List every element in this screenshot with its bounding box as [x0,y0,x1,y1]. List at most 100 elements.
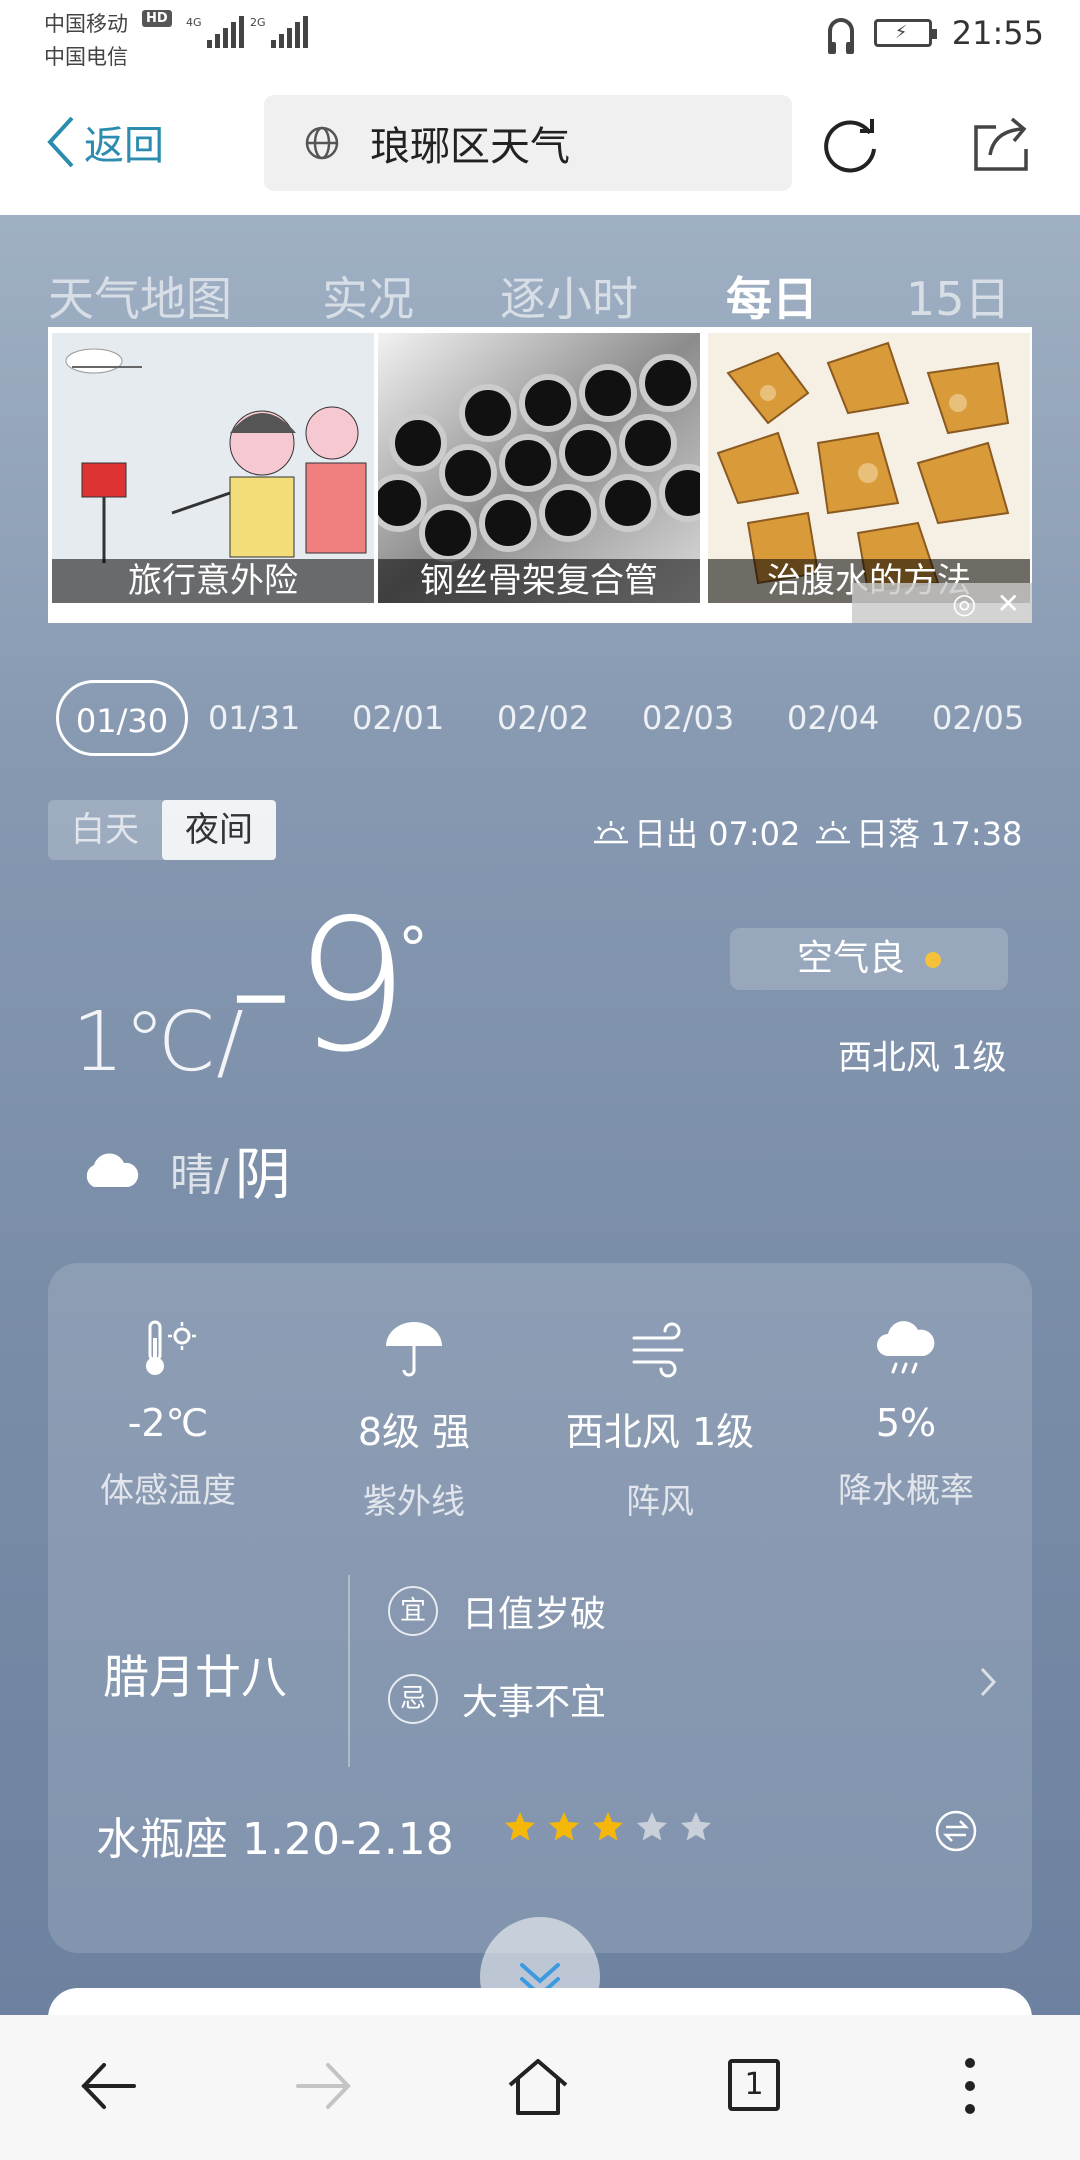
date-strip: 01/30 01/31 02/01 02/02 02/03 02/04 02/0… [56,680,1056,756]
divider [348,1575,350,1767]
ad-banner[interactable]: 旅行意外险 钢丝骨架复合管 治腹水的方法 ◎ ✕ [48,327,1032,623]
lunar-date: 腊月廿八 [103,1650,287,1704]
horoscope-stars [502,1809,714,1845]
globe-icon [305,126,339,160]
date-item[interactable]: 02/04 [787,680,879,756]
tab-daily[interactable]: 每日 [726,263,818,329]
stat-uv: 8级 强 紫外线 [294,1313,534,1523]
rain-cloud-icon [877,1321,935,1374]
almanac-yi: 宜 日值岁破 [388,1585,606,1637]
back-button[interactable]: 返回 [46,113,164,171]
condition-row: 晴/ 阴 [80,1130,291,1211]
ad-sound-icon[interactable]: ◎ [952,587,976,620]
sunrise-text: 日出 07:02 [634,815,801,853]
precip-value: 5% [875,1401,937,1445]
date-item[interactable]: 02/02 [497,680,589,756]
nav-back-icon[interactable] [78,2055,140,2117]
star-filled-icon [549,1812,579,1841]
swap-icon[interactable] [934,1809,978,1853]
star-empty-icon [637,1812,667,1841]
date-item[interactable]: 02/05 [932,680,1022,756]
battery-icon: ⚡ [873,19,937,47]
day-night-toggle: 白天 夜间 [48,800,276,860]
ad-item-1[interactable]: 旅行意外险 [52,333,374,603]
weather-page: 天气地图 实况 逐小时 每日 15日 旅行意外险 钢丝骨架复合管 治腹水的方法 … [0,215,1080,2037]
date-item[interactable]: 01/31 [208,680,300,756]
cloud-icon [86,1152,139,1187]
gust-value: 西北风 1级 [565,1410,755,1454]
tab-hourly[interactable]: 逐小时 [500,263,638,329]
toggle-night[interactable]: 夜间 [162,800,276,860]
sunset-text: 日落 17:38 [856,815,1023,853]
feels-like-value: -2℃ [127,1401,209,1445]
temp-high-value: 1℃/ [72,995,244,1090]
ad-caption-1: 旅行意外险 [52,559,374,603]
stat-gust: 西北风 1级 阵风 [540,1313,780,1523]
ad-item-3[interactable]: 治腹水的方法 [708,333,1030,603]
star-filled-icon [593,1812,623,1841]
share-icon[interactable] [970,113,1032,175]
nav-tabs-button[interactable]: 1 [728,2059,780,2111]
hd-badge: HD [142,10,172,27]
yi-badge: 宜 [388,1586,438,1636]
gust-label: 阵风 [626,1482,694,1522]
url-bar[interactable]: 琅琊区天气 [264,95,792,191]
temp-low-value: -9 [228,880,410,1092]
status-bar: 中国移动 HD 中国电信 4G 2G ⚡ 21:55 [0,0,1080,75]
carrier-1: 中国移动 [44,12,128,36]
uv-value: 8级 强 [357,1410,471,1454]
sunrise-icon [594,821,628,844]
clock: 21:55 [951,14,1044,52]
nav-home-icon[interactable] [506,2055,570,2119]
sunset: 日落 17:38 [816,809,1022,855]
detail-card: -2℃ 体感温度 8级 强 紫外线 西北风 1级 阵风 5% 降水概率 腊月廿八… [48,1263,1032,1953]
sunset-icon [816,821,850,844]
almanac-ji: 忌 大事不宜 [388,1673,606,1725]
stat-feels-like: -2℃ 体感温度 [48,1313,288,1512]
date-item[interactable]: 02/01 [352,680,444,756]
ad-controls: ◎ ✕ [852,583,1032,623]
wind-text: 西北风 1级 [838,1038,1007,1078]
carrier-2: 中国电信 [44,45,128,69]
condition-to: 阴 [234,1143,291,1208]
condition-from: 晴/ [170,1149,229,1201]
refresh-icon[interactable] [820,113,882,175]
feels-like-label: 体感温度 [100,1471,236,1511]
tab-15day[interactable]: 15日 [906,263,1011,329]
yi-text: 日值岁破 [462,1594,607,1635]
ad-close-icon[interactable]: ✕ [997,587,1020,620]
toggle-day[interactable]: 白天 [48,800,162,860]
wind-icon [632,1322,684,1378]
browser-toolbar: 返回 琅琊区天气 [0,75,1080,215]
browser-navbar: 1 [0,2015,1080,2160]
nav-more-icon[interactable] [958,2055,982,2117]
status-right: ⚡ 21:55 [827,14,1044,54]
stat-precip: 5% 降水概率 [786,1313,1026,1512]
date-item[interactable]: 02/03 [642,680,734,756]
nav-forward-icon[interactable] [292,2055,354,2117]
uv-label: 紫外线 [363,1482,465,1522]
back-label: 返回 [84,123,164,169]
air-quality-text: 空气良 [796,938,905,979]
ji-text: 大事不宜 [462,1682,607,1723]
degree-symbol: ° [398,915,428,985]
headset-icon [827,18,854,54]
air-quality-dot [925,952,941,968]
thermometer-sun-icon [146,1320,196,1375]
tab-live[interactable]: 实况 [322,263,414,329]
url-text: 琅琊区天气 [370,124,570,170]
chevron-left-icon [47,116,74,168]
horoscope-sign[interactable]: 水瓶座 1.20-2.18 [96,1803,454,1867]
date-item-selected[interactable]: 01/30 [56,680,188,756]
star-filled-icon [505,1812,535,1841]
ad-caption-2: 钢丝骨架复合管 [378,559,700,603]
signal-2g-icon: 2G [250,16,308,48]
tab-weather-map[interactable]: 天气地图 [48,263,232,329]
ad-item-2[interactable]: 钢丝骨架复合管 [378,333,700,603]
chevron-right-icon[interactable] [978,1665,998,1699]
umbrella-icon [386,1322,442,1377]
star-empty-icon [681,1812,711,1841]
signal-4g-icon: 4G [186,16,244,48]
sunrise: 日出 07:02 [594,809,800,855]
air-quality-badge[interactable]: 空气良 [730,928,1008,990]
